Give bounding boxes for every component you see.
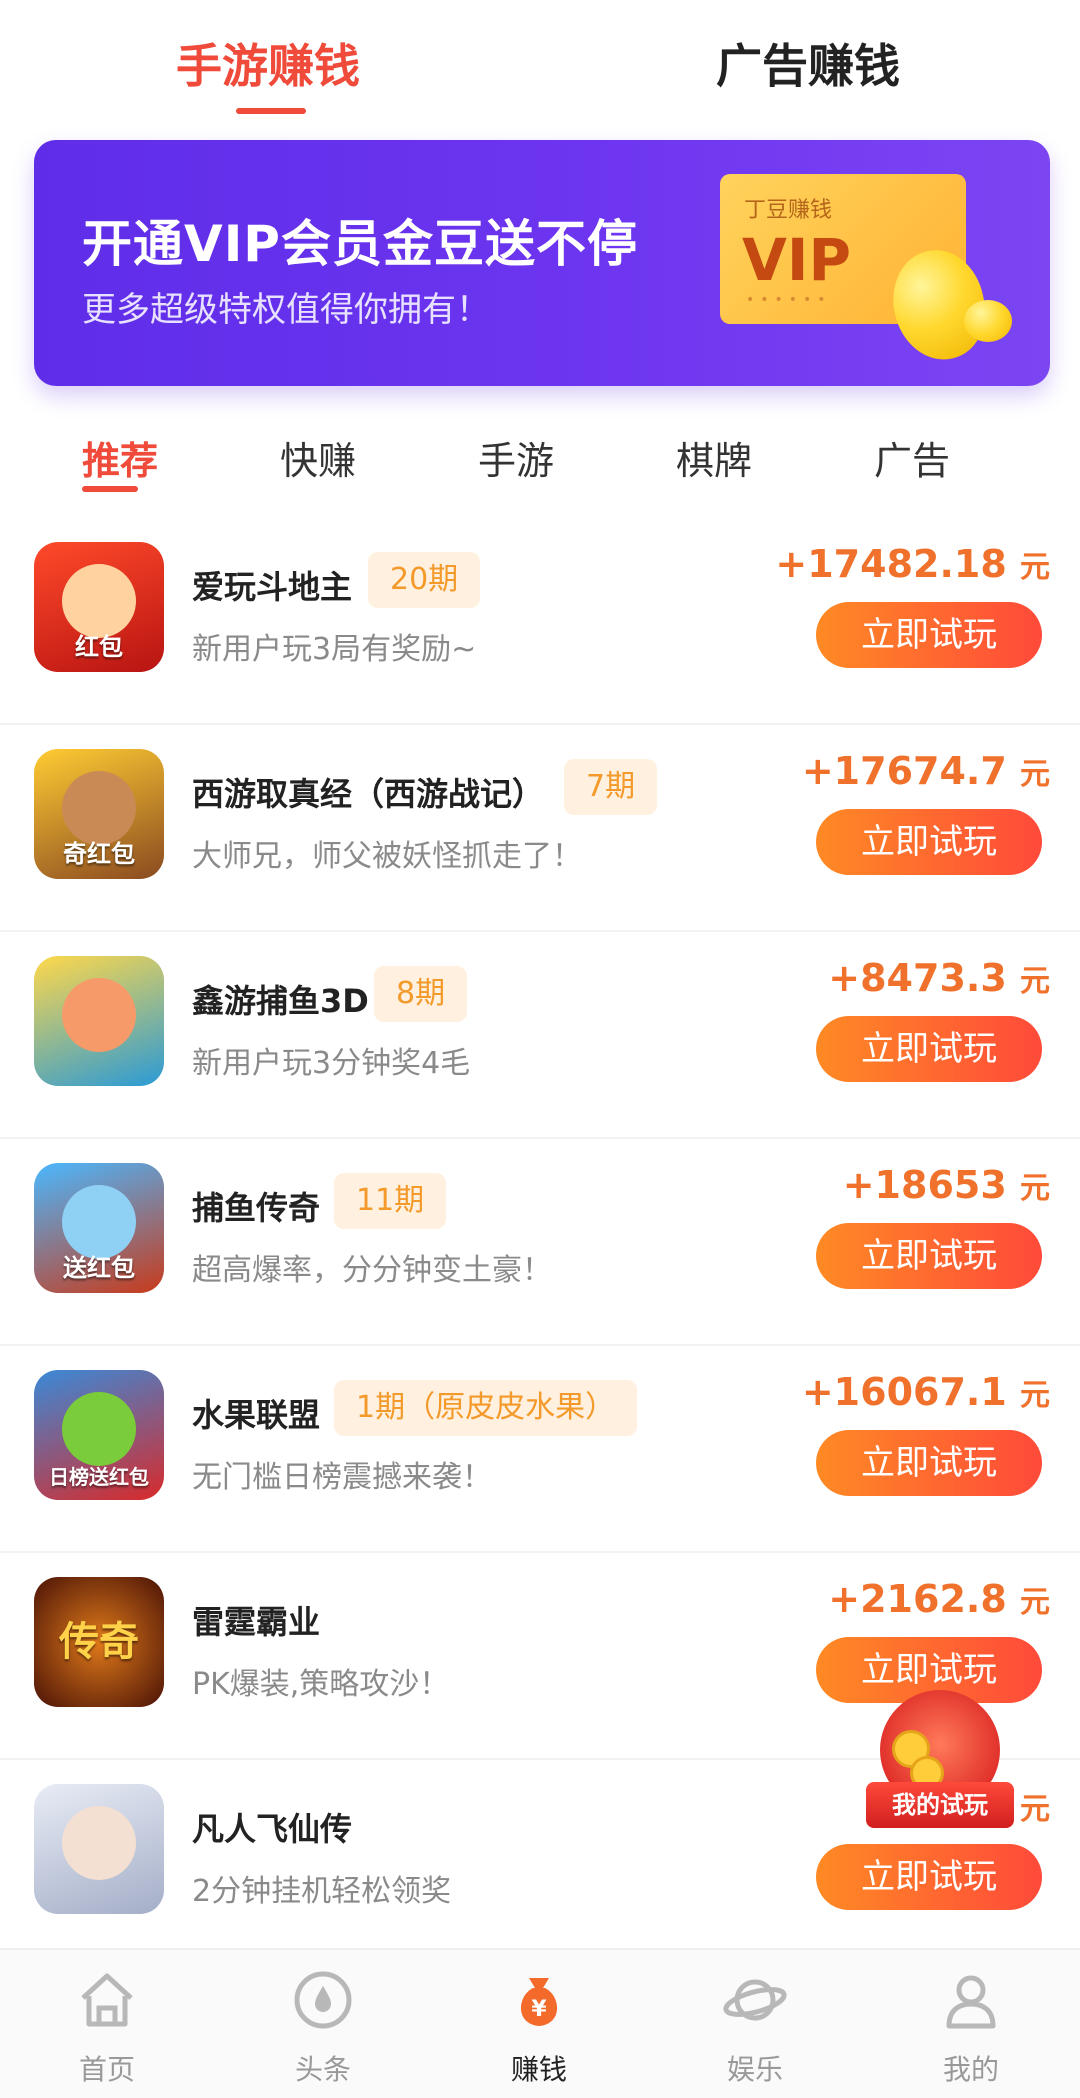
tab-quick-earn[interactable]: 快赚 xyxy=(280,430,356,485)
game-name: 鑫游捕鱼3D xyxy=(192,982,369,1020)
try-now-button[interactable]: 立即试玩 xyxy=(816,602,1042,668)
list-item[interactable]: 送红包 捕鱼传奇 11期 超高爆率，分分钟变土豪！ +18653 元 立即试玩 xyxy=(0,1139,1080,1346)
game-reward: +16067.1 元 xyxy=(801,1370,1050,1414)
banner-title: 开通VIP会员金豆送不停 xyxy=(82,215,638,273)
money-bag-icon: ¥ xyxy=(520,1978,558,2026)
game-period-badge: 8期 xyxy=(374,966,468,1022)
game-icon-fishing-legend: 送红包 xyxy=(34,1163,164,1293)
tab-ad-earn[interactable]: 广告赚钱 xyxy=(716,30,900,96)
game-name: 西游取真经（西游战记） xyxy=(192,775,545,813)
tab-mobile-games-earn[interactable]: 手游赚钱 xyxy=(176,30,360,96)
tab-recommended[interactable]: 推荐 xyxy=(82,430,158,485)
vip-banner[interactable]: 开通VIP会员金豆送不停 更多超级特权值得你拥有！ 丁豆赚钱 VIP •••••… xyxy=(34,140,1050,386)
home-icon xyxy=(81,1973,133,2027)
game-description: 大师兄，师父被妖怪抓走了！ xyxy=(192,839,582,874)
gold-bean-small-icon xyxy=(964,300,1012,342)
game-period-badge: 1期（原皮皮水果） xyxy=(334,1380,638,1436)
vip-card-dots: •••••• xyxy=(746,292,832,308)
game-icon-mortal-immortal xyxy=(34,1784,164,1914)
user-icon xyxy=(946,1975,996,2029)
my-trial-label: 我的试玩 xyxy=(866,1782,1014,1828)
game-name: 凡人飞仙传 xyxy=(192,1810,353,1848)
category-tabs: 推荐 快赚 手游 棋牌 广告 xyxy=(0,420,1080,500)
nav-earn[interactable]: ¥ 赚钱 xyxy=(474,1968,604,2088)
top-tabs: 手游赚钱 广告赚钱 xyxy=(0,0,1080,130)
try-now-button[interactable]: 立即试玩 xyxy=(816,1844,1042,1910)
game-icon-fruit-league: 日榜送红包 xyxy=(34,1370,164,1500)
tab-chess-cards[interactable]: 棋牌 xyxy=(676,430,752,485)
game-reward: +2162.8 元 xyxy=(828,1577,1050,1621)
svg-text:¥: ¥ xyxy=(531,1997,547,2022)
banner-subtitle: 更多超级特权值得你拥有！ xyxy=(82,290,490,330)
nav-mine[interactable]: 我的 xyxy=(906,1968,1036,2088)
tab-ads[interactable]: 广告 xyxy=(874,430,950,485)
nav-label: 娱乐 xyxy=(726,2053,783,2086)
list-item[interactable]: 鑫游捕鱼3D 8期 新用户玩3分钟奖4毛 +8473.3 元 立即试玩 xyxy=(0,932,1080,1139)
list-item[interactable]: 红包 爱玩斗地主 20期 新用户玩3局有奖励~ +17482.18 元 立即试玩 xyxy=(0,518,1080,725)
planet-icon xyxy=(723,1979,787,2021)
game-reward: +8473.3 元 xyxy=(828,956,1050,1000)
vip-card-brand: 丁豆赚钱 xyxy=(744,198,833,223)
nav-entertainment[interactable]: 娱乐 xyxy=(690,1968,820,2088)
game-reward: +17482.18 元 xyxy=(775,542,1050,586)
try-now-button[interactable]: 立即试玩 xyxy=(816,1223,1042,1289)
nav-label: 赚钱 xyxy=(510,2053,567,2086)
game-icon-fishing-3d xyxy=(34,956,164,1086)
game-description: 新用户玩3分钟奖4毛 xyxy=(192,1046,471,1081)
game-reward: +18653 元 xyxy=(842,1163,1050,1207)
nav-headlines[interactable]: 头条 xyxy=(258,1968,388,2088)
game-name: 雷霆霸业 xyxy=(192,1603,321,1641)
nav-label: 我的 xyxy=(942,2053,999,2086)
tab-mobile-games[interactable]: 手游 xyxy=(478,430,554,485)
nav-label: 头条 xyxy=(294,2053,351,2086)
nav-home[interactable]: 首页 xyxy=(42,1968,172,2088)
game-period-badge: 7期 xyxy=(564,759,658,815)
drop-icon xyxy=(294,1971,352,2029)
try-now-button[interactable]: 立即试玩 xyxy=(816,1016,1042,1082)
character-icon xyxy=(62,978,136,1052)
vip-card-text: VIP xyxy=(742,226,851,294)
game-description: 2分钟挂机轻松领奖 xyxy=(192,1874,452,1909)
fruit-icon xyxy=(62,1392,136,1466)
top-tab-indicator xyxy=(236,108,306,114)
character-icon xyxy=(62,1806,136,1880)
game-description: 新用户玩3局有奖励~ xyxy=(192,632,477,667)
game-period-badge: 11期 xyxy=(334,1173,447,1229)
try-now-button[interactable]: 立即试玩 xyxy=(816,1430,1042,1496)
game-icon-journey-west: 奇红包 xyxy=(34,749,164,879)
list-item[interactable]: 日榜送红包 水果联盟 1期（原皮皮水果） 无门槛日榜震撼来袭！ +16067.1… xyxy=(0,1346,1080,1553)
try-now-button[interactable]: 立即试玩 xyxy=(816,809,1042,875)
game-reward: +17674.7 元 xyxy=(801,749,1050,793)
game-description: PK爆装,策略攻沙！ xyxy=(192,1667,450,1702)
game-description: 无门槛日榜震撼来袭！ xyxy=(192,1460,492,1495)
game-name: 爱玩斗地主 xyxy=(192,568,353,606)
nav-label: 首页 xyxy=(78,2053,135,2086)
list-item[interactable]: 奇红包 西游取真经（西游战记） 7期 大师兄，师父被妖怪抓走了！ +17674.… xyxy=(0,725,1080,932)
game-name: 水果联盟 xyxy=(192,1396,321,1434)
game-icon-thunder-hegemony: 传奇 xyxy=(34,1577,164,1707)
bottom-nav: 首页 头条 ¥ 赚钱 娱乐 我的 xyxy=(0,1948,1080,2098)
game-description: 超高爆率，分分钟变土豪！ xyxy=(192,1253,552,1288)
category-tab-indicator xyxy=(82,486,138,492)
my-trial-floating-button[interactable]: 我的试玩 xyxy=(866,1690,1016,1840)
game-icon-landlord: 红包 xyxy=(34,542,164,672)
game-period-badge: 20期 xyxy=(368,552,481,608)
game-name: 捕鱼传奇 xyxy=(192,1189,321,1227)
